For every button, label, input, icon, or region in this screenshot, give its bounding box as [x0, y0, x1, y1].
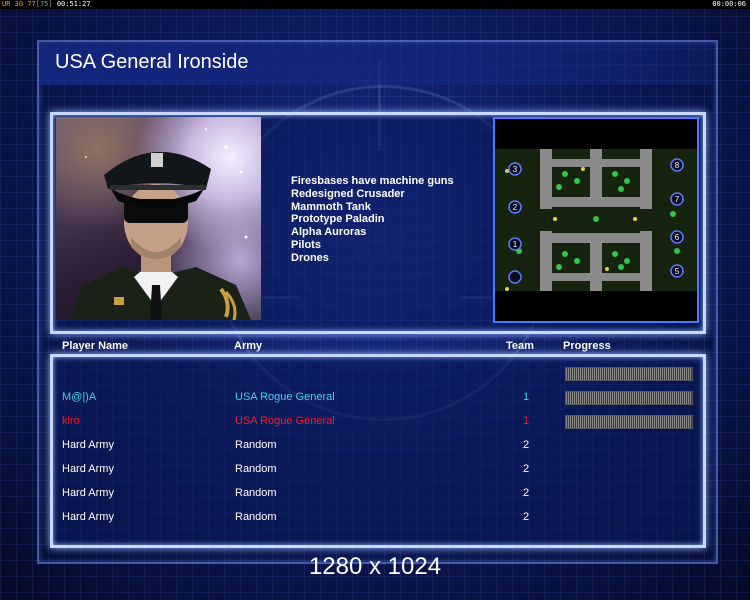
resolution-label: 1280 x 1024	[308, 553, 442, 580]
column-header-player: Player Name	[62, 340, 129, 352]
hud-stats: UR 30 77[75] 00:51:27	[2, 0, 91, 9]
hud-value-1: 30	[14, 0, 24, 8]
map-slot-label: 8	[675, 161, 680, 170]
map-slot-label: 6	[675, 233, 680, 242]
feature-item: Mammoth Tank	[291, 200, 371, 213]
feature-item: Pilots	[291, 238, 321, 251]
hud-value-3: [75]	[35, 0, 53, 8]
player-name: Hard Army	[62, 439, 114, 451]
column-header-progress: Progress	[563, 340, 611, 352]
player-army: Random	[235, 511, 277, 523]
load-progress-bar	[565, 367, 693, 381]
hud-label: UR	[2, 0, 11, 8]
hud-value-2: 77	[27, 0, 36, 8]
column-header-team: Team	[506, 340, 534, 352]
map-slot-label: 1	[513, 240, 518, 249]
player-row: Hard Army Random 2	[0, 439, 750, 459]
map-slot-label: 7	[675, 195, 680, 204]
feature-item: Redesigned Crusader	[291, 187, 405, 200]
player-name: kiro	[62, 415, 80, 427]
hud-clock-right: 00:00:06	[712, 0, 746, 8]
soldier-portrait-image	[71, 128, 251, 320]
player-team: 2	[523, 511, 530, 523]
minimap-image: 3 2 1 8 7 6 5	[495, 149, 697, 291]
player-row: Hard Army Random 2	[0, 487, 750, 507]
player-army: Random	[235, 463, 277, 475]
player-row	[0, 367, 750, 387]
player-army: Random	[235, 439, 277, 451]
player-row: M@|)A USA Rogue General 1	[0, 391, 750, 411]
map-slot-label: 2	[513, 203, 518, 212]
player-row: Hard Army Random 2	[0, 463, 750, 483]
load-progress-bar	[565, 391, 693, 405]
hud-clock-left: 00:51:27	[56, 0, 91, 8]
load-progress-bar	[565, 415, 693, 429]
general-portrait	[56, 117, 261, 320]
general-features-list: Firesbases have machine guns Redesigned …	[291, 175, 454, 265]
player-name: Hard Army	[62, 487, 114, 499]
player-name: Hard Army	[62, 511, 114, 523]
player-team: 2	[523, 463, 530, 475]
player-row: kiro USA Rogue General 1	[0, 415, 750, 435]
page-title: USA General Ironside	[55, 51, 249, 73]
player-team: 1	[523, 415, 530, 427]
player-name: M@|)A	[62, 391, 97, 403]
map-slot-label: 5	[675, 267, 680, 276]
hud-bar: UR 30 77[75] 00:51:27 00:00:06	[0, 0, 750, 9]
player-army: Random	[235, 487, 277, 499]
feature-item: Prototype Paladin	[291, 213, 385, 226]
player-team: 2	[523, 487, 530, 499]
map-preview[interactable]: 3 2 1 8 7 6 5	[493, 117, 699, 323]
column-header-army: Army	[234, 340, 263, 352]
player-name: Hard Army	[62, 463, 114, 475]
player-army: USA Rogue General	[235, 415, 335, 427]
player-row: Hard Army Random 2	[0, 511, 750, 531]
feature-item: Drones	[291, 251, 329, 264]
feature-item: Alpha Auroras	[291, 226, 367, 239]
feature-item: Firesbases have machine guns	[291, 175, 454, 187]
map-slot-label: 3	[513, 165, 518, 174]
player-army: USA Rogue General	[235, 391, 335, 403]
player-team: 2	[523, 439, 530, 451]
player-team: 1	[523, 391, 530, 403]
